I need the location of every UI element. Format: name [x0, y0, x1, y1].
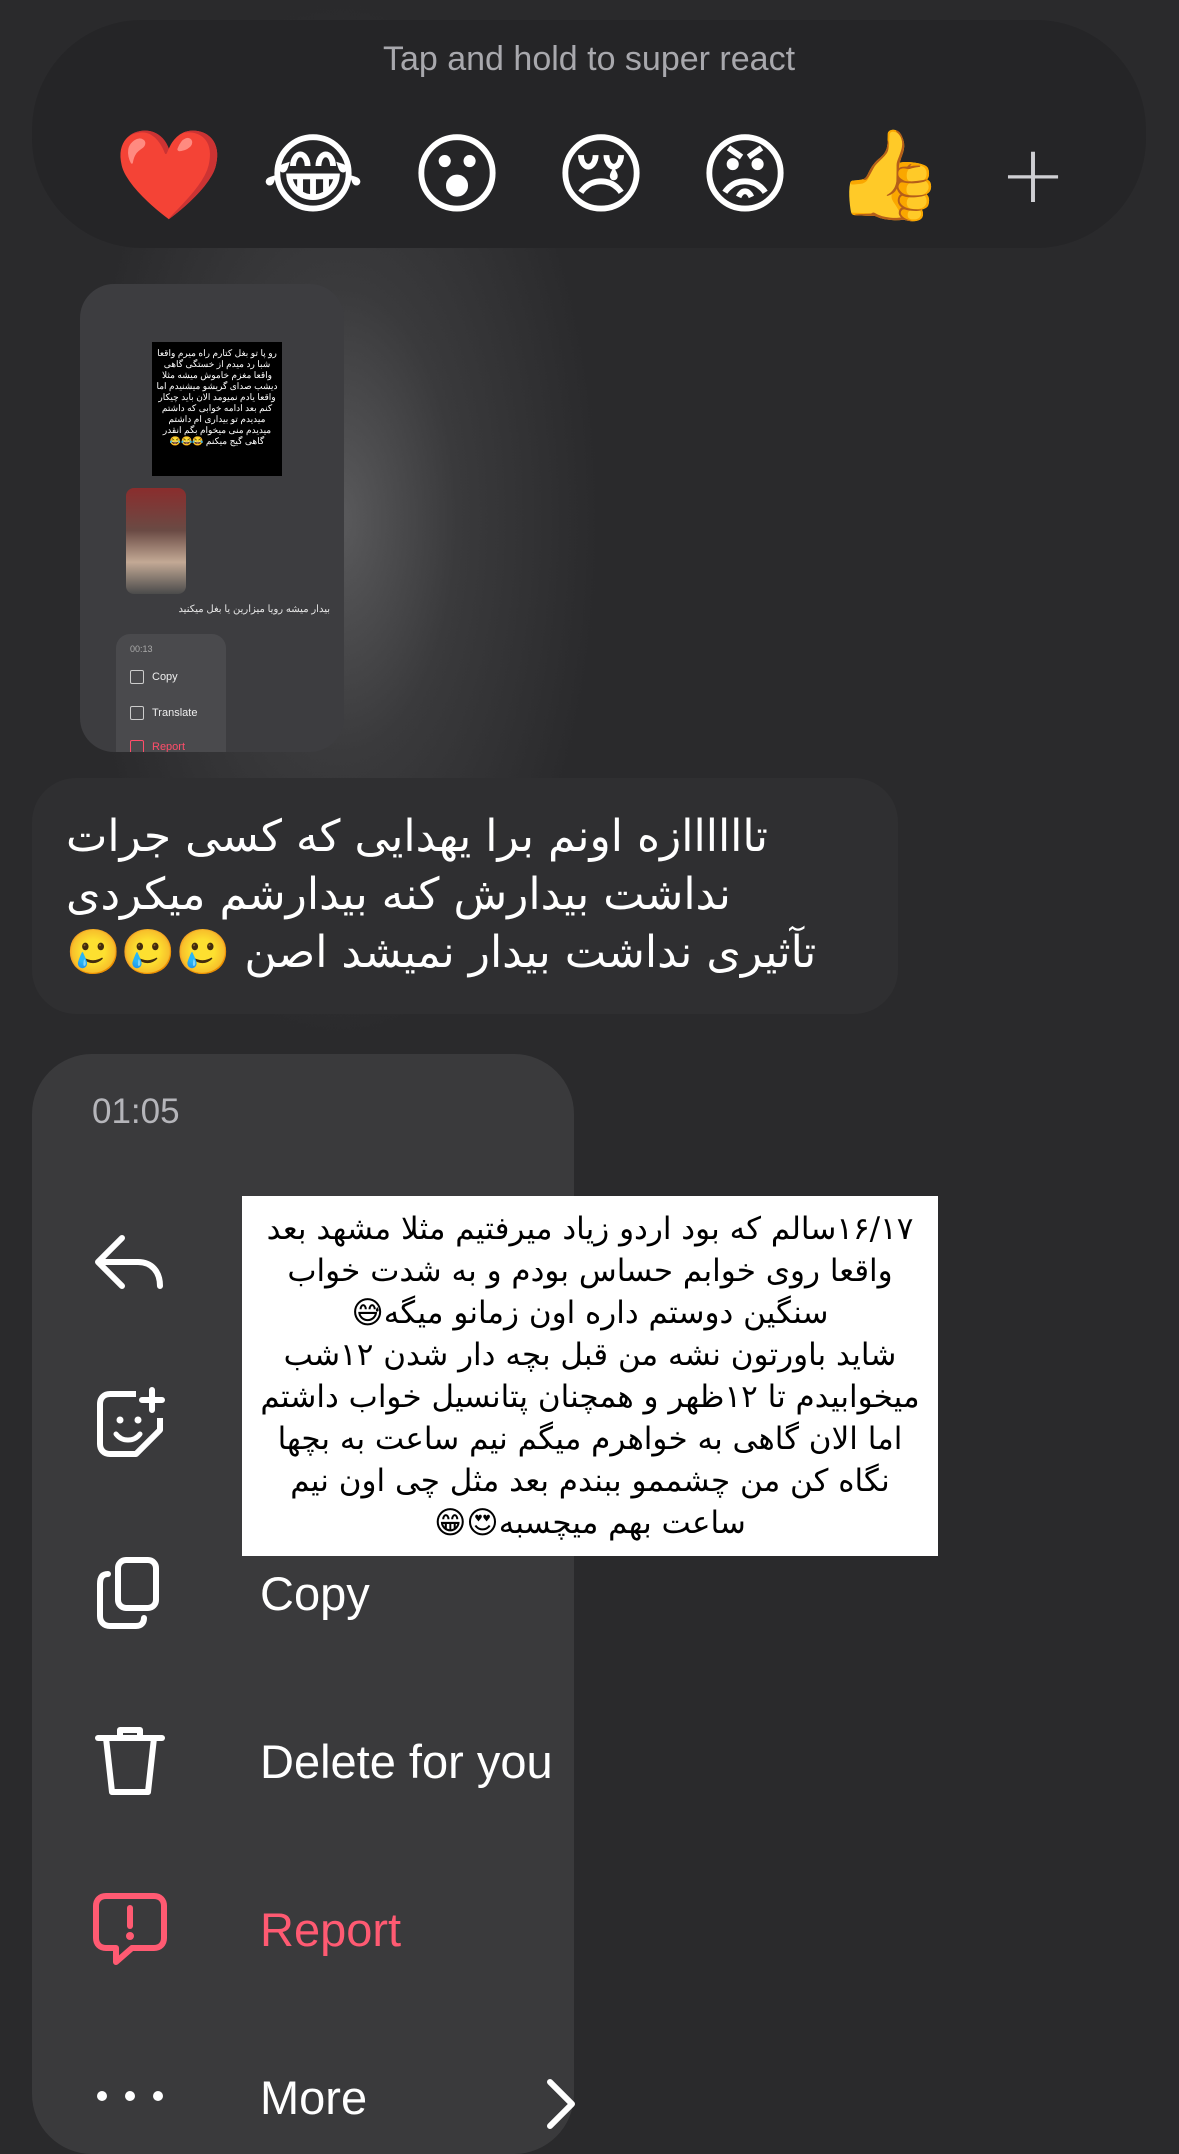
crying-emoji-icon[interactable]: 😢: [546, 120, 656, 230]
reply-icon: [95, 1235, 163, 1289]
report-icon: [130, 740, 144, 752]
copy-label: Copy: [260, 1567, 370, 1620]
trash-icon: [95, 1727, 165, 1795]
message-line-2: نداشت بیدارش کنه بیدارشم میکردی: [66, 869, 731, 920]
more-label: More: [260, 2071, 368, 2124]
text-overlay-image: ۱۶/۱۷سالم که بود اردو زیاد میرفتیم مثلا …: [242, 1196, 938, 1556]
report-menu-item[interactable]: Report: [92, 1890, 562, 1974]
mini-translate-item: Translate: [130, 706, 197, 720]
copy-icon: [130, 670, 144, 684]
add-sticker-icon: [97, 1387, 165, 1457]
mini-copy-label: Copy: [152, 670, 178, 683]
message-time: 01:05: [92, 1092, 180, 1131]
message-bubble[interactable]: تاااااازه اونم برا یهدایی که کسی جرات ند…: [32, 778, 898, 1014]
mini-context-menu: 00:13 Copy Translate Report: [116, 634, 226, 752]
laughing-tears-emoji-icon[interactable]: 😂: [258, 120, 368, 230]
copy-menu-item[interactable]: Copy: [92, 1554, 562, 1638]
story-caption: بیدار میشه رویا میزارین یا بغل میکنید: [178, 604, 330, 615]
angry-emoji-icon[interactable]: 😡: [690, 120, 800, 230]
emoji-row: ❤️ 😂 😮 😢 😡 👍 +: [104, 120, 1104, 230]
story-thumbnail: [126, 488, 186, 594]
report-label: Report: [260, 1903, 402, 1956]
mini-menu-time: 00:13: [130, 644, 153, 654]
story-text-image: رو پا تو بغل کتارم راه میرم واقعا شبا رد…: [152, 342, 282, 476]
more-icon: [97, 2091, 163, 2101]
surprised-emoji-icon[interactable]: 😮: [402, 120, 512, 230]
message-line-3: تآثیری نداشت بیدار نمیشد اصن 🥲🥲🥲: [66, 927, 817, 978]
mini-copy-item: Copy: [130, 670, 178, 684]
mini-report-label: Report: [152, 740, 186, 752]
more-menu-item[interactable]: More: [92, 2058, 575, 2142]
plus-icon[interactable]: +: [978, 120, 1088, 230]
message-text: تاااااازه اونم برا یهدایی که کسی جرات ند…: [66, 808, 886, 982]
chevron-right-icon: [547, 2079, 575, 2129]
thumbs-up-emoji-icon[interactable]: 👍: [834, 120, 944, 230]
translate-icon: [130, 706, 144, 720]
message-line-1: تاااااازه اونم برا یهدایی که کسی جرات: [66, 811, 769, 862]
report-icon: [93, 1893, 167, 1965]
copy-icon: [97, 1557, 159, 1629]
mini-report-item: Report: [130, 740, 185, 752]
mini-translate-label: Translate: [152, 706, 198, 719]
delete-menu-item[interactable]: Delete for you: [92, 1722, 562, 1806]
super-react-hint: Tap and hold to super react: [382, 40, 796, 78]
reaction-bar: Tap and hold to super react ❤️ 😂 😮 😢 😡 👍…: [32, 20, 1146, 248]
overlay-paragraph-2: شاید باورتون نشه من قبل بچه دار شدن ۱۲شب…: [260, 1337, 920, 1541]
delete-label: Delete for you: [260, 1735, 553, 1788]
shared-story-card[interactable]: رو پا تو بغل کتارم راه میرم واقعا شبا رد…: [80, 284, 344, 752]
overlay-paragraph-1: ۱۶/۱۷سالم که بود اردو زیاد میرفتیم مثلا …: [266, 1211, 914, 1331]
heart-emoji-icon[interactable]: ❤️: [114, 120, 224, 230]
